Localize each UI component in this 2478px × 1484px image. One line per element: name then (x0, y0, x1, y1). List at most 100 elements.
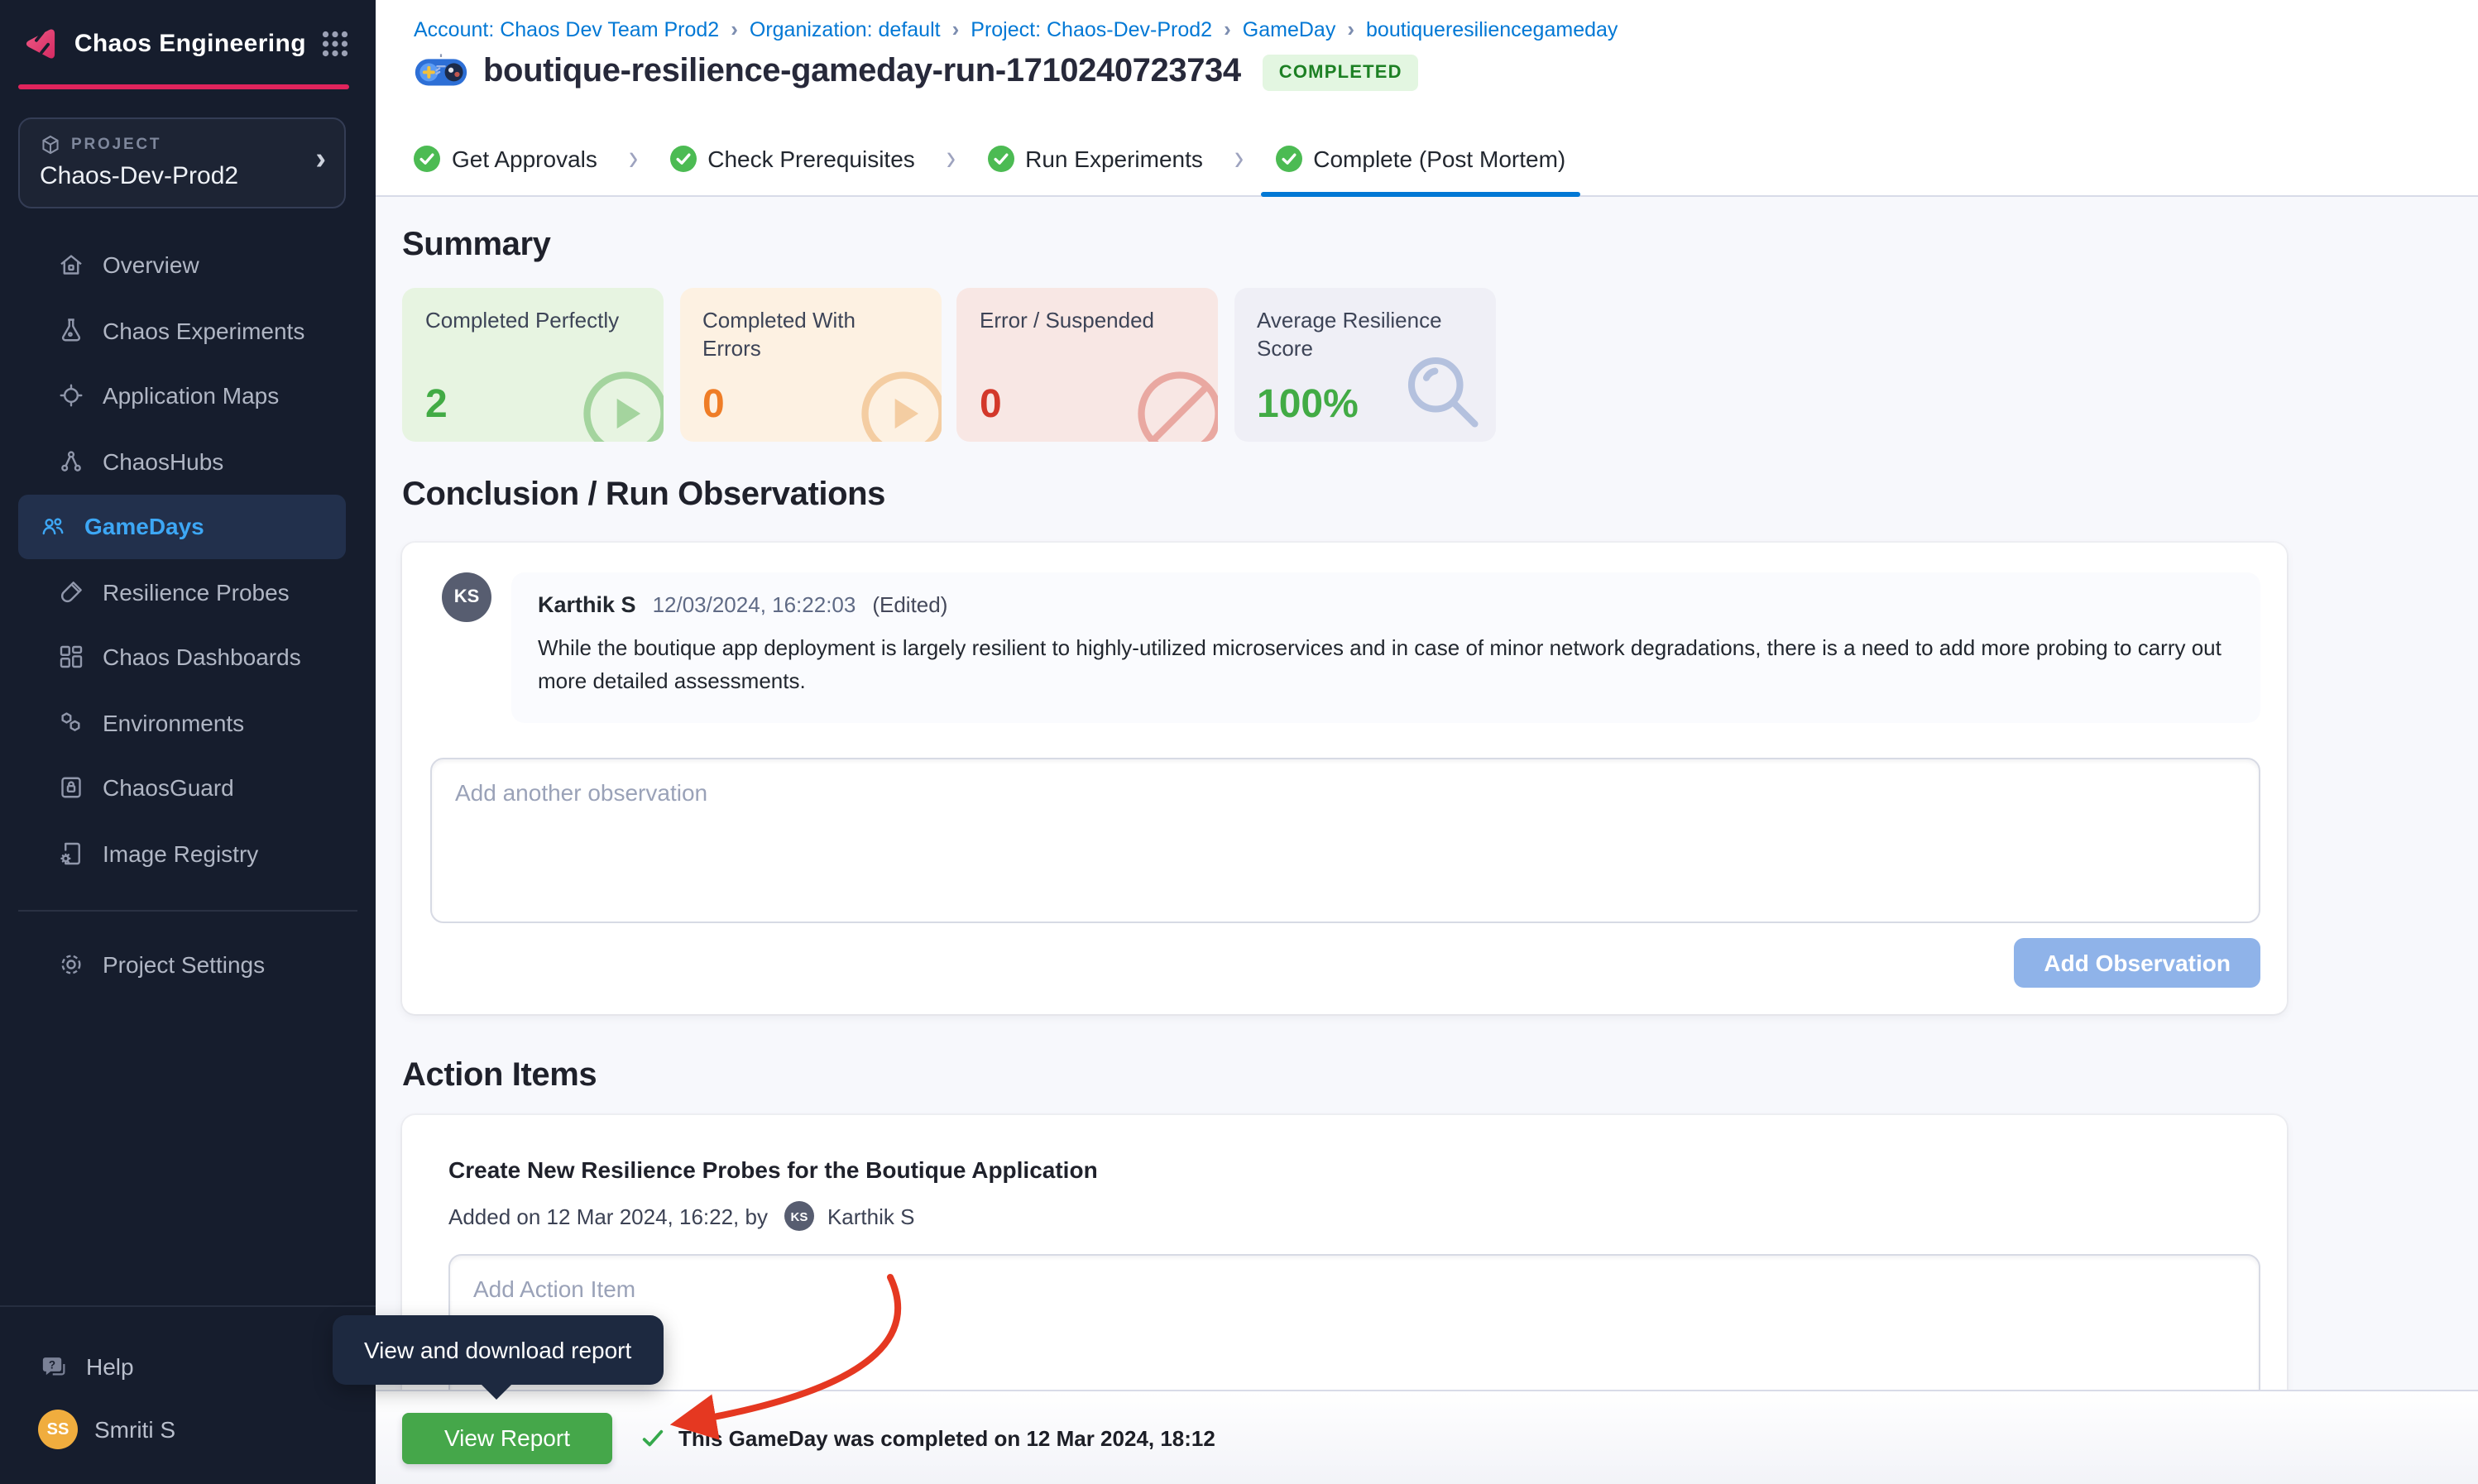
sidebar: Chaos Engineering PROJECT Chaos-Dev-Prod… (0, 0, 376, 1484)
cube-icon (40, 133, 61, 155)
sidebar-item-project-settings[interactable]: Project Settings (18, 932, 346, 998)
user-name: Smriti S (94, 1416, 175, 1443)
summary-card-value: 2 (425, 382, 448, 428)
sidebar-item-label: Overview (103, 252, 199, 279)
dashboard-icon (56, 643, 86, 673)
help-button[interactable]: ? Help (0, 1335, 376, 1398)
observations-card: KS Karthik S 12/03/2024, 16:22:03 (Edite… (402, 543, 2287, 1015)
summary-card-label: Error / Suspended (980, 308, 1175, 336)
lock-icon (56, 773, 86, 803)
breadcrumb-gameday[interactable]: GameDay (1243, 17, 1336, 41)
breadcrumb-project[interactable]: Project: Chaos-Dev-Prod2 (971, 17, 1212, 41)
action-items-card: Create New Resilience Probes for the Bou… (402, 1116, 2287, 1390)
play-circle-icon (851, 362, 941, 442)
sidebar-item-label: Application Maps (103, 383, 279, 409)
sidebar-item-chaos-experiments[interactable]: Chaos Experiments (18, 298, 346, 363)
tab-complete-post-mortem[interactable]: Complete (Post Mortem) (1275, 122, 1565, 195)
sidebar-item-overview[interactable]: Overview (18, 232, 346, 298)
sidebar-item-label: Chaos Dashboards (103, 644, 301, 671)
sidebar-item-label: Resilience Probes (103, 579, 290, 606)
target-icon (56, 381, 86, 411)
step-complete-icon (987, 146, 1014, 172)
sidebar-item-resilience-probes[interactable]: Resilience Probes (18, 559, 346, 625)
help-label: Help (86, 1353, 134, 1380)
play-circle-icon (574, 362, 664, 442)
sidebar-item-application-maps[interactable]: Application Maps (18, 363, 346, 428)
summary-card-completed-with-errors: Completed With Errors 0 (679, 288, 941, 442)
sidebar-divider (18, 909, 357, 911)
gear-icon (56, 950, 86, 980)
tab-label: Complete (Post Mortem) (1313, 146, 1565, 172)
tab-get-approvals[interactable]: Get Approvals (414, 122, 597, 195)
observation-comment: KS Karthik S 12/03/2024, 16:22:03 (Edite… (430, 572, 2260, 724)
sidebar-item-chaoshubs[interactable]: ChaosHubs (18, 428, 346, 494)
sidebar-nav: Overview Chaos Experiments Application M… (0, 232, 376, 886)
comment-author-avatar: KS (442, 572, 491, 622)
sidebar-item-label: GameDays (84, 514, 204, 540)
comment-block: Karthik S 12/03/2024, 16:22:03 (Edited) … (511, 572, 2260, 724)
gamepad-icon (414, 53, 468, 91)
app-window: Chaos Engineering PROJECT Chaos-Dev-Prod… (0, 0, 2478, 1484)
tab-run-experiments[interactable]: Run Experiments (987, 122, 1203, 195)
chevron-right-icon: › (1347, 17, 1354, 41)
footer-bar: View Report This GameDay was completed o… (376, 1390, 2478, 1484)
comment-timestamp: 12/03/2024, 16:22:03 (653, 592, 856, 617)
summary-card-error-suspended: Error / Suspended 0 (956, 288, 1218, 442)
home-icon (56, 251, 86, 280)
action-item-author-avatar: KS (784, 1202, 814, 1232)
check-icon (640, 1425, 665, 1450)
flask-icon (56, 316, 86, 346)
step-complete-icon (669, 146, 696, 172)
breadcrumb-account[interactable]: Account: Chaos Dev Team Prod2 (414, 17, 719, 41)
user-menu[interactable]: SS Smriti S (0, 1398, 376, 1461)
chevron-right-icon: › (629, 137, 638, 180)
add-action-item-input[interactable] (448, 1255, 2260, 1390)
probe-icon (56, 577, 86, 607)
tab-label: Run Experiments (1025, 146, 1203, 172)
hexagons-icon (56, 708, 86, 738)
page-title: boutique-resilience-gameday-run-17102407… (483, 53, 1241, 91)
scroll-area[interactable]: Summary Completed Perfectly 2 Completed … (376, 197, 2478, 1390)
breadcrumb-gameday-name[interactable]: boutiqueresiliencegameday (1366, 17, 1618, 41)
chevron-right-icon: › (315, 142, 326, 179)
sidebar-item-environments[interactable]: Environments (18, 690, 346, 755)
view-report-button[interactable]: View Report (402, 1412, 612, 1463)
stepper: Get Approvals › Check Prerequisites › Ru… (414, 122, 1565, 195)
chevron-right-icon: › (1234, 137, 1244, 180)
action-item-title: Create New Resilience Probes for the Bou… (448, 1157, 2260, 1184)
tab-check-prerequisites[interactable]: Check Prerequisites (669, 122, 915, 195)
chevron-right-icon: › (1224, 17, 1231, 41)
user-avatar: SS (38, 1410, 78, 1449)
sidebar-item-label: ChaosGuard (103, 775, 234, 802)
sidebar-item-image-registry[interactable]: Image Registry (18, 821, 346, 886)
module-grid-icon[interactable] (321, 30, 349, 58)
view-report-tooltip: View and download report (333, 1315, 663, 1385)
comment-body: While the boutique app deployment is lar… (538, 632, 2226, 699)
tab-label: Get Approvals (452, 146, 597, 172)
breadcrumb-organization[interactable]: Organization: default (750, 17, 941, 41)
action-item-author-name: Karthik S (827, 1204, 915, 1229)
chevron-right-icon: › (947, 137, 956, 180)
sidebar-item-label: ChaosHubs (103, 448, 223, 475)
sidebar-item-chaos-dashboards[interactable]: Chaos Dashboards (18, 625, 346, 690)
slash-circle-icon (1129, 362, 1218, 442)
add-observation-button[interactable]: Add Observation (2014, 939, 2260, 989)
project-label: PROJECT (71, 135, 161, 153)
summary-card-value: 0 (702, 382, 725, 428)
brand-row: Chaos Engineering (0, 0, 376, 66)
summary-card-average-resilience-score: Average Resilience Score 100% (1234, 288, 1495, 442)
sidebar-item-label: Image Registry (103, 840, 258, 867)
app-title: Chaos Engineering (74, 30, 306, 58)
action-item-added-on: Added on 12 Mar 2024, 16:22, by (448, 1204, 768, 1229)
comment-author-name: Karthik S (538, 592, 636, 617)
sidebar-item-chaosguard[interactable]: ChaosGuard (18, 755, 346, 821)
tab-label: Check Prerequisites (707, 146, 915, 172)
project-selector[interactable]: PROJECT Chaos-Dev-Prod2 › (18, 117, 346, 208)
summary-card-label: Completed Perfectly (425, 308, 621, 336)
summary-card-value: 0 (980, 382, 1002, 428)
sidebar-item-gamedays[interactable]: GameDays (18, 494, 346, 559)
summary-cards: Completed Perfectly 2 Completed With Err… (402, 288, 2452, 442)
magnifier-icon (1396, 346, 1485, 435)
add-observation-input[interactable] (430, 759, 2260, 924)
completion-status: This GameDay was completed on 12 Mar 202… (640, 1425, 1215, 1450)
